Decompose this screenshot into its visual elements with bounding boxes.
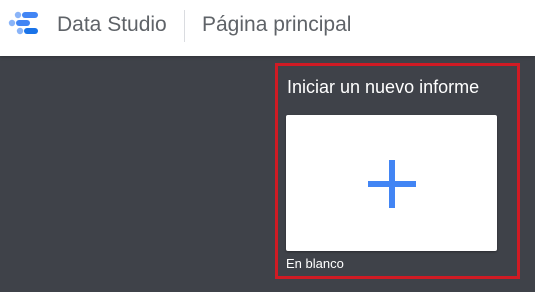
app-header: Data Studio Página principal [0, 0, 535, 56]
app-name[interactable]: Data Studio [57, 13, 167, 37]
plus-icon [368, 160, 416, 208]
blank-report-caption[interactable]: En blanco [286, 256, 344, 272]
data-studio-logo-icon[interactable] [8, 8, 44, 38]
page-title: Página principal [202, 13, 352, 36]
blank-report-card[interactable] [286, 115, 497, 251]
section-heading: Iniciar un nuevo informe [287, 77, 480, 97]
header-divider [184, 10, 185, 42]
new-report-section: Iniciar un nuevo informe En blanco [275, 63, 520, 279]
